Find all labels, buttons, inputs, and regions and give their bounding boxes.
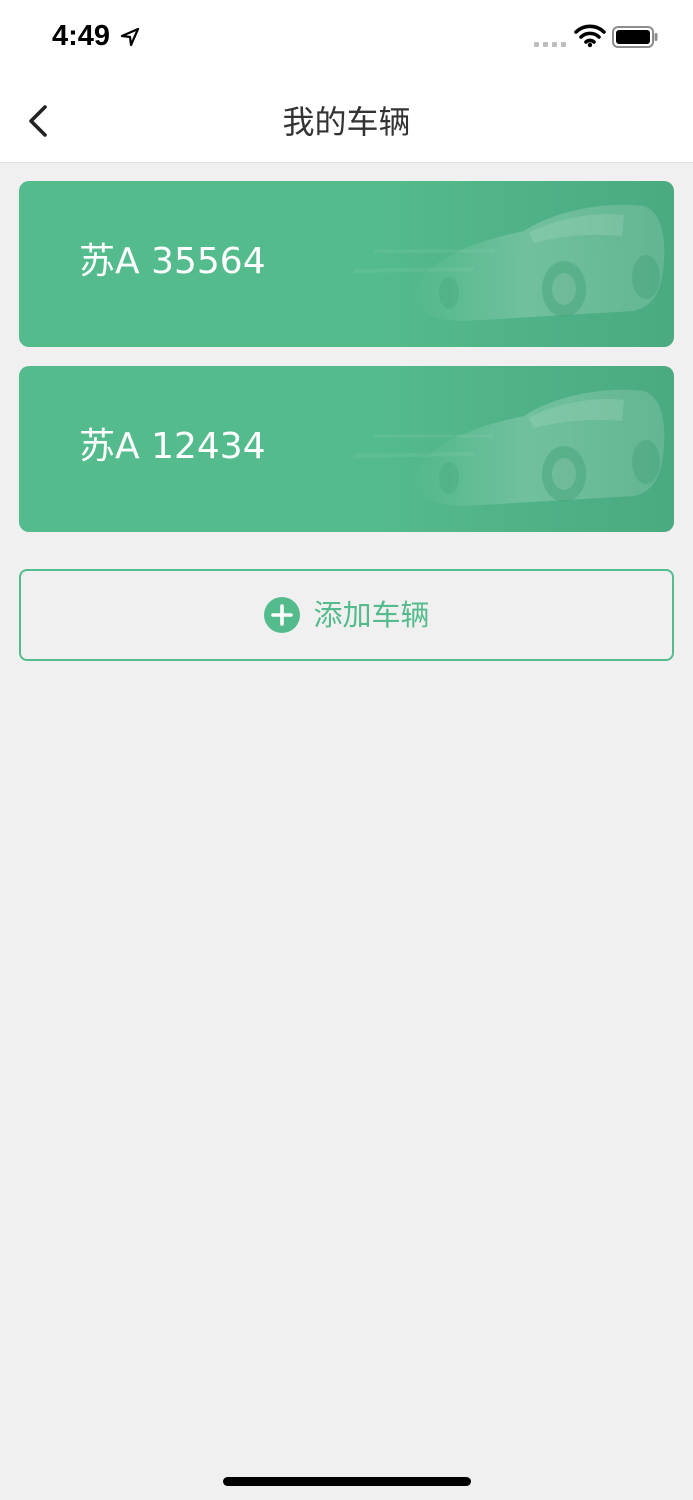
vehicle-plate: 苏A 12434: [79, 426, 266, 467]
page-title: 我的车辆: [282, 103, 411, 141]
battery-icon: [612, 26, 658, 48]
sports-car-icon: [354, 389, 665, 506]
wifi-icon: [574, 24, 606, 48]
sports-car-icon: [354, 204, 665, 321]
vehicle-card[interactable]: 苏A 12434: [19, 366, 674, 532]
vehicle-card[interactable]: 苏A 35564: [19, 181, 674, 347]
location-arrow-icon: [120, 27, 140, 47]
status-bar: 4:49: [0, 0, 693, 80]
add-vehicle-button[interactable]: 添加车辆: [19, 569, 674, 661]
cellular-signal-icon: [534, 42, 566, 47]
my-vehicles-screen: 4:49 我的车辆 苏A 35564 苏A 12434 添加车辆: [0, 0, 693, 1500]
plus-circle-icon: [264, 597, 301, 633]
status-time: 4:49: [52, 20, 111, 52]
home-indicator[interactable]: [223, 1477, 471, 1486]
navigation-bar: 我的车辆: [0, 80, 693, 163]
add-vehicle-label: 添加车辆: [313, 598, 430, 632]
vehicle-plate: 苏A 35564: [79, 241, 266, 282]
